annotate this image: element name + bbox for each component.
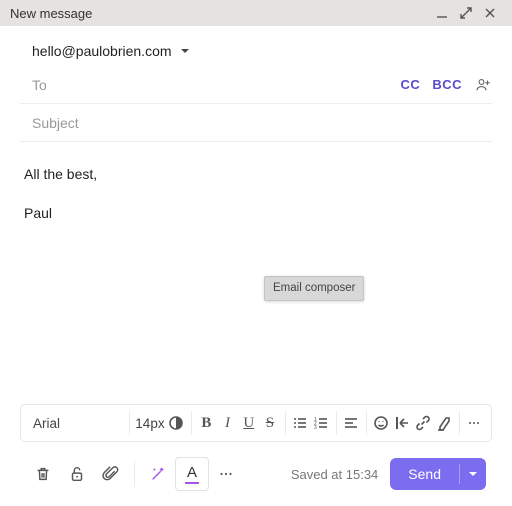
contrast-icon[interactable] — [166, 409, 187, 437]
lock-button[interactable] — [60, 457, 94, 491]
close-icon[interactable] — [478, 1, 502, 25]
expand-icon[interactable] — [454, 1, 478, 25]
to-input[interactable]: To — [20, 77, 47, 93]
tooltip: Email composer — [264, 276, 364, 301]
minimize-icon[interactable] — [430, 1, 454, 25]
link-button[interactable] — [413, 409, 434, 437]
to-field-row: To CC BCC — [20, 66, 492, 104]
quote-button[interactable] — [392, 409, 413, 437]
align-button[interactable] — [340, 409, 361, 437]
font-size-select[interactable]: 14px — [134, 416, 166, 431]
cc-button[interactable]: CC — [401, 77, 421, 92]
bold-button[interactable]: B — [196, 409, 217, 437]
attachment-button[interactable] — [94, 457, 128, 491]
send-button[interactable]: Send — [390, 458, 486, 490]
email-body[interactable]: All the best, Paul Email composer — [20, 142, 492, 404]
bullet-list-button[interactable] — [289, 409, 310, 437]
window-title: New message — [10, 6, 92, 21]
from-address: hello@paulobrien.com — [20, 43, 172, 59]
bottom-bar: A Saved at 15:34 Send — [20, 452, 492, 496]
trash-button[interactable] — [26, 457, 60, 491]
numbered-list-button[interactable]: 123 — [310, 409, 331, 437]
subject-input[interactable]: Subject — [20, 115, 79, 131]
autosave-status: Saved at 15:34 — [291, 467, 378, 482]
svg-text:3: 3 — [314, 425, 317, 431]
font-select[interactable]: Arial — [27, 416, 125, 431]
format-toolbar: Arial 14px B I U S 123 — [20, 404, 492, 442]
magic-wand-button[interactable] — [141, 457, 175, 491]
strikethrough-button[interactable]: S — [259, 409, 280, 437]
body-line: All the best, — [24, 164, 488, 185]
underline-button[interactable]: U — [238, 409, 259, 437]
bcc-button[interactable]: BCC — [432, 77, 462, 92]
emoji-button[interactable] — [370, 409, 391, 437]
text-color-button[interactable]: A — [175, 457, 209, 491]
window-titlebar: New message — [0, 0, 512, 26]
clear-format-button[interactable] — [434, 409, 455, 437]
body-line: Paul — [24, 203, 488, 224]
send-options-caret[interactable] — [460, 469, 486, 479]
add-contact-icon[interactable] — [474, 76, 492, 94]
subject-field-row: Subject — [20, 104, 492, 142]
from-selector[interactable]: hello@paulobrien.com — [20, 26, 492, 66]
more-format-button[interactable] — [464, 409, 485, 437]
italic-button[interactable]: I — [217, 409, 238, 437]
more-actions-button[interactable] — [209, 457, 243, 491]
chevron-down-icon — [180, 46, 190, 56]
